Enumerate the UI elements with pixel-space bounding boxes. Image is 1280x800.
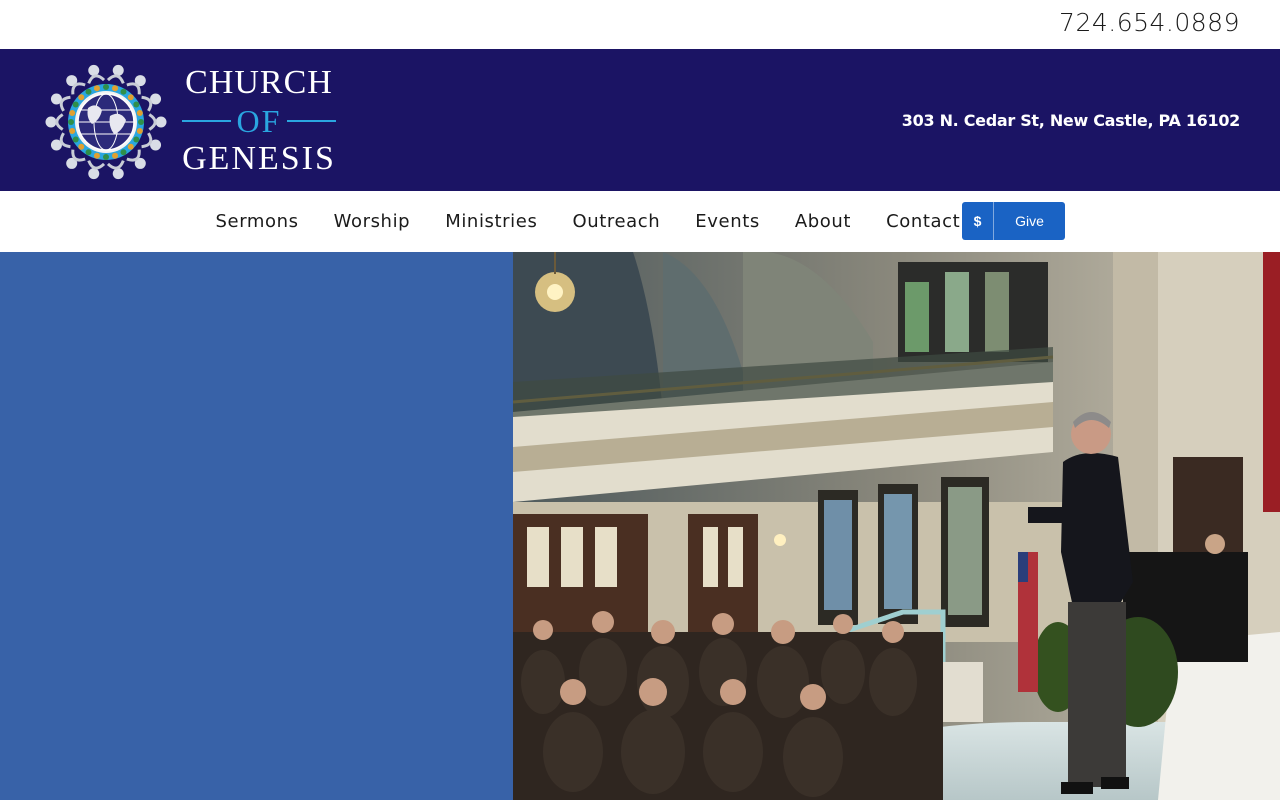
logo-line-genesis: GENESIS	[182, 140, 336, 177]
site-logo[interactable]: CHURCH OF GENESIS	[42, 60, 342, 184]
nav-item-about[interactable]: About	[777, 211, 868, 232]
nav-item-outreach[interactable]: Outreach	[555, 211, 678, 232]
hero-color-panel	[0, 252, 513, 800]
logo-rule-right	[287, 120, 336, 122]
logo-line-of: OF	[236, 102, 282, 139]
site-header: CHURCH OF GENESIS 303 N. Cedar St, New C…	[0, 49, 1280, 191]
nav-item-events[interactable]: Events	[678, 211, 778, 232]
logo-rule-left	[182, 120, 231, 122]
give-button[interactable]: $ Give	[962, 202, 1065, 240]
nav-item-ministries[interactable]: Ministries	[428, 211, 555, 232]
main-nav: Sermons Worship Ministries Outreach Even…	[0, 191, 1280, 252]
top-bar: 724.654.0889	[0, 0, 1280, 49]
hero-section	[0, 252, 1280, 800]
logo-line-of-row: OF	[176, 102, 342, 140]
logo-line-church: CHURCH	[185, 64, 333, 101]
phone-link[interactable]: 724.654.0889	[1059, 8, 1240, 37]
nav-list: Sermons Worship Ministries Outreach Even…	[198, 191, 978, 252]
church-address: 303 N. Cedar St, New Castle, PA 16102	[901, 111, 1241, 130]
logo-wordmark: CHURCH OF GENESIS	[176, 64, 342, 178]
dollar-icon: $	[962, 202, 994, 240]
give-button-label: Give	[1015, 213, 1044, 229]
nav-item-worship[interactable]: Worship	[316, 211, 428, 232]
nav-item-sermons[interactable]: Sermons	[198, 211, 316, 232]
sanctuary-photo	[513, 252, 1280, 800]
sanctuary-illustration	[513, 252, 1280, 800]
globe-emblem-icon	[45, 64, 167, 180]
